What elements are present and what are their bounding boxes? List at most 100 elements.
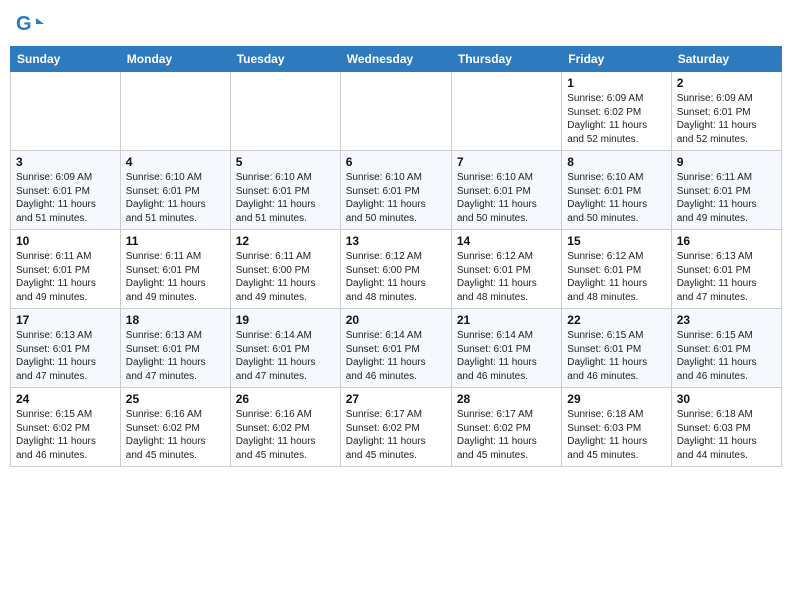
day-info: Sunrise: 6:10 AM Sunset: 6:01 PM Dayligh… (457, 171, 556, 225)
calendar-day-cell: 24 Sunrise: 6:15 AM Sunset: 6:02 PM Dayli… (11, 388, 121, 467)
calendar-day-cell: 8 Sunrise: 6:10 AM Sunset: 6:01 PM Daylig… (562, 151, 671, 230)
day-number: 17 (16, 313, 115, 327)
calendar-day-cell (451, 72, 561, 151)
calendar-day-cell: 18 Sunrise: 6:13 AM Sunset: 6:01 PM Dayli… (120, 309, 230, 388)
calendar-day-cell: 12 Sunrise: 6:11 AM Sunset: 6:00 PM Dayli… (230, 230, 340, 309)
logo: G (14, 10, 46, 40)
calendar-day-cell: 22Sunrise: 6:15 AM Sunset: 6:01 PM Dayli… (562, 309, 671, 388)
day-info: Sunrise: 6:11 AM Sunset: 6:01 PM Dayligh… (126, 250, 225, 304)
calendar-day-cell: 17 Sunrise: 6:13 AM Sunset: 6:01 PM Dayli… (11, 309, 121, 388)
day-number: 13 (346, 234, 446, 248)
day-number: 21 (457, 313, 556, 327)
day-number: 10 (16, 234, 115, 248)
weekday-header-cell: Thursday (451, 47, 561, 72)
day-number: 19 (236, 313, 335, 327)
calendar-day-cell: 26 Sunrise: 6:16 AM Sunset: 6:02 PM Dayli… (230, 388, 340, 467)
calendar-day-cell: 19 Sunrise: 6:14 AM Sunset: 6:01 PM Dayli… (230, 309, 340, 388)
calendar-week-row: 10 Sunrise: 6:11 AM Sunset: 6:01 PM Dayli… (11, 230, 782, 309)
calendar-day-cell: 2 Sunrise: 6:09 AM Sunset: 6:01 PM Daylig… (671, 72, 781, 151)
day-info: Sunrise: 6:10 AM Sunset: 6:01 PM Dayligh… (567, 171, 665, 225)
day-info: Sunrise: 6:18 AM Sunset: 6:03 PM Dayligh… (677, 408, 776, 462)
calendar-day-cell: 14 Sunrise: 6:12 AM Sunset: 6:01 PM Dayli… (451, 230, 561, 309)
day-info: Sunrise: 6:10 AM Sunset: 6:01 PM Dayligh… (126, 171, 225, 225)
day-info: Sunrise: 6:14 AM Sunset: 6:01 PM Dayligh… (236, 329, 335, 383)
day-number: 29 (567, 392, 665, 406)
calendar-day-cell: 30Sunrise: 6:18 AM Sunset: 6:03 PM Dayli… (671, 388, 781, 467)
day-info: Sunrise: 6:09 AM Sunset: 6:02 PM Dayligh… (567, 92, 665, 146)
day-info: Sunrise: 6:13 AM Sunset: 6:01 PM Dayligh… (16, 329, 115, 383)
day-number: 28 (457, 392, 556, 406)
day-info: Sunrise: 6:15 AM Sunset: 6:02 PM Dayligh… (16, 408, 115, 462)
day-info: Sunrise: 6:15 AM Sunset: 6:01 PM Dayligh… (677, 329, 776, 383)
calendar-day-cell: 11 Sunrise: 6:11 AM Sunset: 6:01 PM Dayli… (120, 230, 230, 309)
weekday-header-row: SundayMondayTuesdayWednesdayThursdayFrid… (11, 47, 782, 72)
day-info: Sunrise: 6:16 AM Sunset: 6:02 PM Dayligh… (236, 408, 335, 462)
day-info: Sunrise: 6:17 AM Sunset: 6:02 PM Dayligh… (457, 408, 556, 462)
day-number: 7 (457, 155, 556, 169)
day-number: 26 (236, 392, 335, 406)
calendar-day-cell: 23 Sunrise: 6:15 AM Sunset: 6:01 PM Dayli… (671, 309, 781, 388)
calendar-day-cell: 1 Sunrise: 6:09 AM Sunset: 6:02 PM Daylig… (562, 72, 671, 151)
day-number: 12 (236, 234, 335, 248)
day-info: Sunrise: 6:10 AM Sunset: 6:01 PM Dayligh… (236, 171, 335, 225)
calendar-header: SundayMondayTuesdayWednesdayThursdayFrid… (11, 47, 782, 72)
calendar-day-cell (230, 72, 340, 151)
day-info: Sunrise: 6:14 AM Sunset: 6:01 PM Dayligh… (346, 329, 446, 383)
calendar-body: 1 Sunrise: 6:09 AM Sunset: 6:02 PM Daylig… (11, 72, 782, 467)
calendar-table: SundayMondayTuesdayWednesdayThursdayFrid… (10, 46, 782, 467)
day-number: 5 (236, 155, 335, 169)
calendar-day-cell: 27 Sunrise: 6:17 AM Sunset: 6:02 PM Dayli… (340, 388, 451, 467)
logo-icon: G (14, 10, 44, 40)
calendar-day-cell: 20 Sunrise: 6:14 AM Sunset: 6:01 PM Dayli… (340, 309, 451, 388)
day-info: Sunrise: 6:15 AM Sunset: 6:01 PM Dayligh… (567, 329, 665, 383)
day-info: Sunrise: 6:09 AM Sunset: 6:01 PM Dayligh… (677, 92, 776, 146)
day-info: Sunrise: 6:13 AM Sunset: 6:01 PM Dayligh… (677, 250, 776, 304)
calendar-day-cell: 3Sunrise: 6:09 AM Sunset: 6:01 PM Daylig… (11, 151, 121, 230)
calendar-week-row: 24 Sunrise: 6:15 AM Sunset: 6:02 PM Dayli… (11, 388, 782, 467)
calendar-day-cell (11, 72, 121, 151)
calendar-day-cell: 25Sunrise: 6:16 AM Sunset: 6:02 PM Dayli… (120, 388, 230, 467)
day-info: Sunrise: 6:11 AM Sunset: 6:00 PM Dayligh… (236, 250, 335, 304)
weekday-header-cell: Saturday (671, 47, 781, 72)
day-number: 24 (16, 392, 115, 406)
day-info: Sunrise: 6:17 AM Sunset: 6:02 PM Dayligh… (346, 408, 446, 462)
day-number: 23 (677, 313, 776, 327)
calendar-day-cell (340, 72, 451, 151)
calendar-day-cell (120, 72, 230, 151)
day-info: Sunrise: 6:11 AM Sunset: 6:01 PM Dayligh… (677, 171, 776, 225)
day-number: 16 (677, 234, 776, 248)
day-number: 6 (346, 155, 446, 169)
weekday-header-cell: Sunday (11, 47, 121, 72)
day-info: Sunrise: 6:14 AM Sunset: 6:01 PM Dayligh… (457, 329, 556, 383)
calendar-day-cell: 28 Sunrise: 6:17 AM Sunset: 6:02 PM Dayli… (451, 388, 561, 467)
day-info: Sunrise: 6:09 AM Sunset: 6:01 PM Dayligh… (16, 171, 115, 225)
day-info: Sunrise: 6:12 AM Sunset: 6:00 PM Dayligh… (346, 250, 446, 304)
day-number: 15 (567, 234, 665, 248)
day-info: Sunrise: 6:16 AM Sunset: 6:02 PM Dayligh… (126, 408, 225, 462)
calendar-day-cell: 4 Sunrise: 6:10 AM Sunset: 6:01 PM Daylig… (120, 151, 230, 230)
day-info: Sunrise: 6:12 AM Sunset: 6:01 PM Dayligh… (567, 250, 665, 304)
calendar-week-row: 3Sunrise: 6:09 AM Sunset: 6:01 PM Daylig… (11, 151, 782, 230)
day-info: Sunrise: 6:12 AM Sunset: 6:01 PM Dayligh… (457, 250, 556, 304)
page-header: G (10, 10, 782, 40)
weekday-header-cell: Friday (562, 47, 671, 72)
day-number: 14 (457, 234, 556, 248)
day-number: 4 (126, 155, 225, 169)
day-number: 11 (126, 234, 225, 248)
day-number: 8 (567, 155, 665, 169)
weekday-header-cell: Tuesday (230, 47, 340, 72)
calendar-day-cell: 15 Sunrise: 6:12 AM Sunset: 6:01 PM Dayli… (562, 230, 671, 309)
day-number: 1 (567, 76, 665, 90)
day-number: 27 (346, 392, 446, 406)
calendar-day-cell: 21 Sunrise: 6:14 AM Sunset: 6:01 PM Dayli… (451, 309, 561, 388)
day-info: Sunrise: 6:13 AM Sunset: 6:01 PM Dayligh… (126, 329, 225, 383)
day-info: Sunrise: 6:18 AM Sunset: 6:03 PM Dayligh… (567, 408, 665, 462)
calendar-week-row: 1 Sunrise: 6:09 AM Sunset: 6:02 PM Daylig… (11, 72, 782, 151)
weekday-header-cell: Wednesday (340, 47, 451, 72)
day-number: 2 (677, 76, 776, 90)
day-number: 18 (126, 313, 225, 327)
calendar-day-cell: 7 Sunrise: 6:10 AM Sunset: 6:01 PM Daylig… (451, 151, 561, 230)
day-info: Sunrise: 6:11 AM Sunset: 6:01 PM Dayligh… (16, 250, 115, 304)
day-number: 20 (346, 313, 446, 327)
day-number: 9 (677, 155, 776, 169)
